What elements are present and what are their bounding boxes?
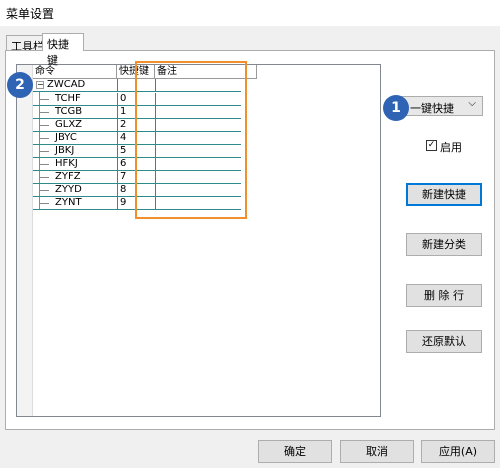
chevron-down-icon[interactable]: ⌵ bbox=[468, 98, 476, 109]
new-category-button[interactable]: 新建分类 bbox=[406, 233, 482, 256]
title-bar: 菜单设置 bbox=[0, 0, 500, 26]
step-badge-2: 2 bbox=[7, 72, 33, 98]
apply-button[interactable]: 应用(A) bbox=[421, 440, 495, 463]
column-header-command[interactable]: 命令 bbox=[33, 65, 117, 79]
tree-root-label: ZWCAD bbox=[47, 79, 86, 90]
tree-gutter bbox=[17, 65, 33, 416]
tab-shortcuts[interactable]: 快捷键 bbox=[42, 33, 84, 67]
row-command: ZYFZ bbox=[55, 171, 81, 182]
restore-default-button[interactable]: 还原默认 bbox=[406, 330, 482, 353]
row-command: JBYC bbox=[55, 132, 77, 143]
ok-button[interactable]: 确定 bbox=[258, 440, 332, 463]
row-command: ZYNT bbox=[55, 197, 82, 208]
enable-label[interactable]: 启用 bbox=[440, 139, 462, 155]
row-command: JBKJ bbox=[55, 145, 75, 156]
row-command: TCHF bbox=[55, 93, 81, 104]
window-title: 菜单设置 bbox=[6, 7, 55, 21]
row-command: TCGB bbox=[55, 106, 83, 117]
cancel-button[interactable]: 取消 bbox=[340, 440, 414, 463]
row-command: HFKJ bbox=[55, 158, 78, 169]
row-command: GLXZ bbox=[55, 119, 83, 130]
enable-checkbox[interactable]: ✓ bbox=[426, 140, 437, 151]
note-column-highlight bbox=[135, 61, 247, 219]
step-badge-1: 1 bbox=[383, 95, 409, 121]
shortcut-mode-value: 一键快捷 bbox=[410, 102, 454, 115]
row-command: ZYYD bbox=[55, 184, 82, 195]
delete-row-button[interactable]: 删 除 行 bbox=[406, 284, 482, 307]
new-shortcut-button[interactable]: 新建快捷 bbox=[406, 183, 482, 206]
